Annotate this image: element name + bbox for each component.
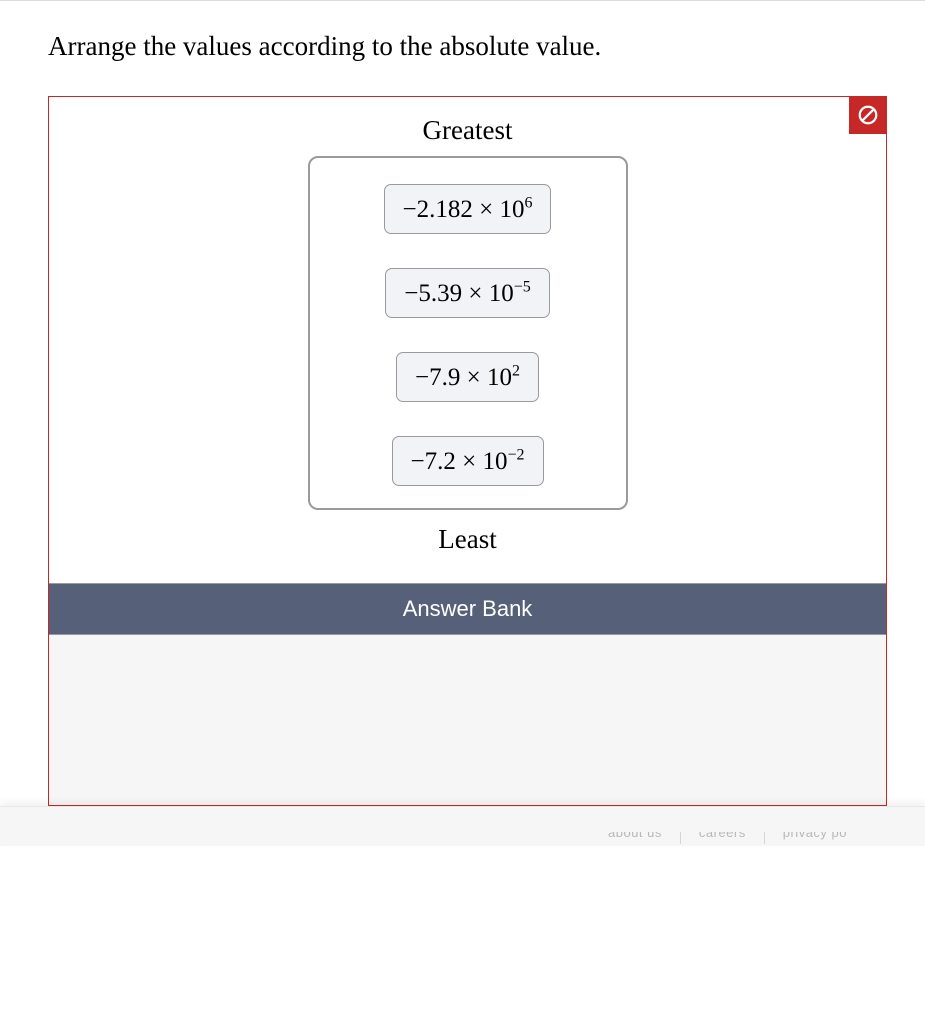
chip-mantissa: −7.2 xyxy=(411,448,456,475)
value-chip[interactable]: −5.39 × 10−5 xyxy=(385,268,550,318)
value-chip[interactable]: −2.182 × 106 xyxy=(384,184,552,234)
chip-mantissa: −5.39 xyxy=(404,280,462,307)
chip-mantissa: −7.9 xyxy=(415,364,460,391)
value-chip[interactable]: −7.9 × 102 xyxy=(396,352,539,402)
value-chip[interactable]: −7.2 × 10−2 xyxy=(392,436,544,486)
chip-exponent: −5 xyxy=(514,279,531,296)
drop-target[interactable]: −2.182 × 106 −5.39 × 10−5 −7.9 × 102 −7.… xyxy=(308,156,628,510)
chip-mantissa: −2.182 xyxy=(403,196,473,223)
question-prompt: Arrange the values according to the abso… xyxy=(48,31,895,62)
label-greatest: Greatest xyxy=(423,115,513,146)
answer-bank-body[interactable] xyxy=(49,635,886,805)
chip-times: × 10 xyxy=(462,280,514,307)
footer-link[interactable]: about us xyxy=(590,832,681,844)
answer-panel: Greatest −2.182 × 106 −5.39 × 10−5 −7.9 … xyxy=(48,96,887,806)
chip-times: × 10 xyxy=(456,448,508,475)
chip-exponent: 2 xyxy=(512,363,520,380)
incorrect-icon xyxy=(849,96,887,134)
chip-exponent: 6 xyxy=(524,195,532,212)
chip-exponent: −2 xyxy=(507,447,524,464)
footer-link[interactable]: careers xyxy=(681,832,765,844)
page-footer: about us careers privacy po xyxy=(0,806,925,846)
label-least: Least xyxy=(438,524,496,555)
chip-times: × 10 xyxy=(473,196,525,223)
chip-times: × 10 xyxy=(460,364,512,391)
ranking-area: Greatest −2.182 × 106 −5.39 × 10−5 −7.9 … xyxy=(49,97,886,583)
answer-bank-header: Answer Bank xyxy=(49,583,886,635)
footer-link[interactable]: privacy po xyxy=(765,832,865,844)
